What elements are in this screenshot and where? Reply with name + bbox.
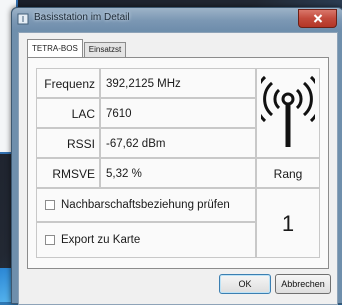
dialog-window: Basisstation im Detail TETRA-BOS Einsatz… bbox=[11, 7, 342, 305]
field-value-rssi: -67,62 dBm bbox=[100, 128, 256, 158]
checkbox-nachbarschaft[interactable]: Nachbarschaftsbeziehung prüfen bbox=[36, 188, 256, 222]
checkbox-box[interactable] bbox=[45, 235, 55, 245]
tab-einsatzst[interactable]: Einsatzst bbox=[83, 42, 127, 57]
field-label-rmsve: RMSVE bbox=[36, 158, 100, 188]
field-value-rmsve: 5,32 % bbox=[100, 158, 256, 188]
checkbox-box[interactable] bbox=[45, 200, 55, 210]
field-label-frequenz: Frequenz bbox=[36, 68, 100, 98]
ok-button[interactable]: OK bbox=[219, 274, 271, 294]
checkbox-export-karte[interactable]: Export zu Karte bbox=[36, 222, 256, 258]
field-value-lac: 7610 bbox=[100, 98, 256, 128]
checkbox-export-karte-label: Export zu Karte bbox=[61, 234, 141, 246]
signal-icon-cell bbox=[253, 68, 323, 158]
window-title: Basisstation im Detail bbox=[34, 12, 130, 23]
checkbox-nachbarschaft-label: Nachbarschaftsbeziehung prüfen bbox=[61, 199, 230, 211]
antenna-icon bbox=[253, 73, 323, 154]
rank-value: 1 bbox=[256, 188, 320, 258]
close-icon bbox=[313, 10, 323, 28]
field-value-frequenz: 392,2125 MHz bbox=[100, 68, 256, 98]
tab-strip: TETRA-BOS Einsatzst bbox=[27, 39, 127, 57]
field-label-rssi: RSSI bbox=[36, 128, 100, 158]
close-button[interactable] bbox=[298, 9, 337, 28]
dialog-client-area: TETRA-BOS Einsatzst Frequenz 392,2125 MH… bbox=[18, 32, 338, 305]
rank-label: Rang bbox=[256, 158, 320, 188]
tab-tetra-bos[interactable]: TETRA-BOS bbox=[27, 39, 83, 57]
cancel-button[interactable]: Abbrechen bbox=[275, 274, 331, 294]
field-label-lac: LAC bbox=[36, 98, 100, 128]
title-icon bbox=[17, 13, 29, 25]
tab-panel: Frequenz 392,2125 MHz LAC 7610 RSSI -67,… bbox=[27, 57, 329, 269]
title-bar[interactable]: Basisstation im Detail bbox=[12, 8, 342, 30]
